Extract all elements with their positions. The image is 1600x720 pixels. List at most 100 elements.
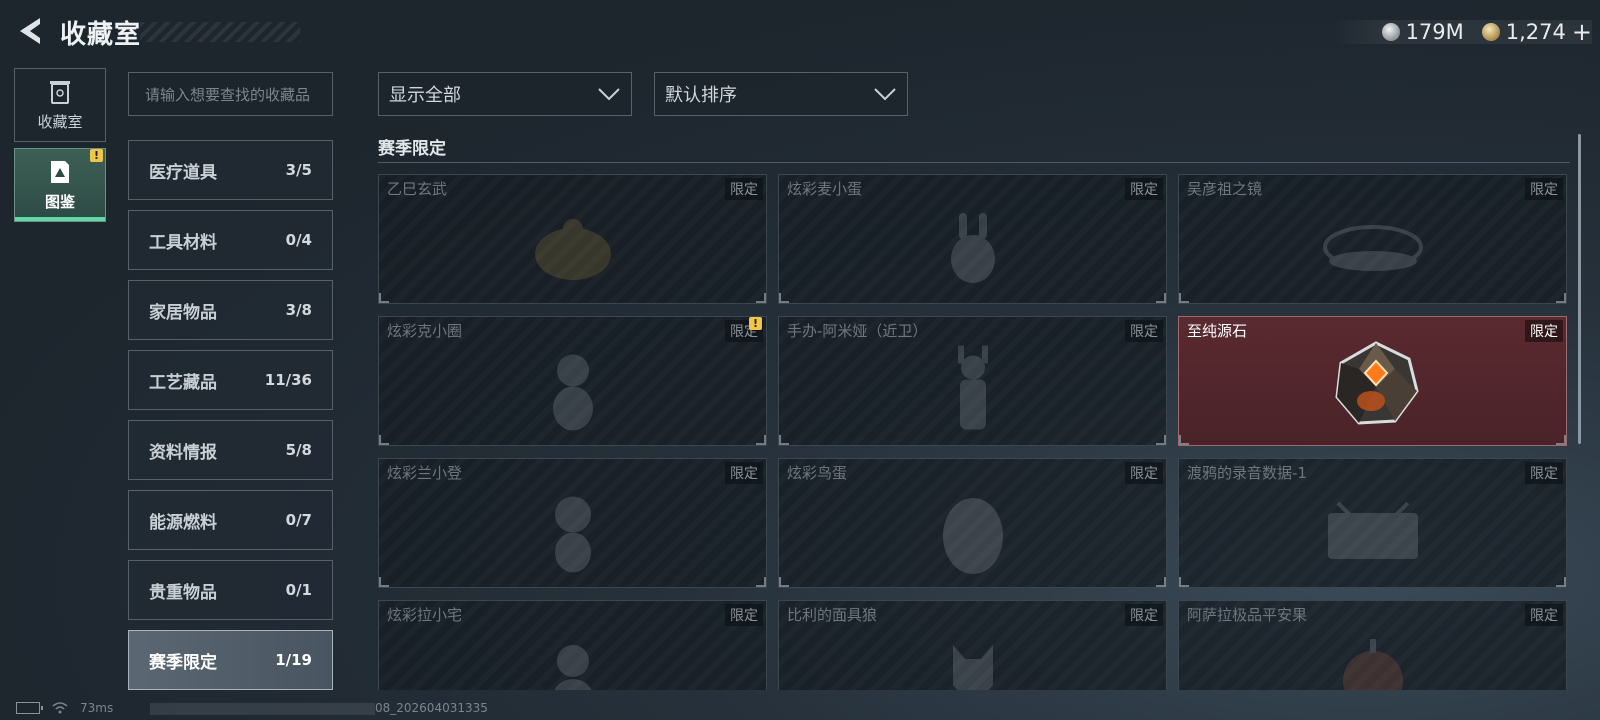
category-name: 资料情报 [149, 442, 217, 463]
back-button[interactable] [14, 14, 48, 48]
rail-item-codex[interactable]: 图鉴 ! [14, 148, 106, 222]
category-name: 赛季限定 [149, 652, 217, 673]
ping-readout: 73ms [80, 701, 114, 715]
item-tile[interactable]: 炫彩拉小宅 限定 [378, 600, 767, 690]
corner-mark [1556, 435, 1566, 445]
item-name: 炫彩兰小登 [387, 464, 463, 482]
corner-mark [1556, 293, 1566, 303]
item-name: 渡鸦的录音数据-1 [1187, 464, 1307, 482]
category-name: 能源燃料 [149, 512, 217, 533]
corner-mark [379, 435, 389, 445]
section-divider [378, 162, 1570, 163]
scrollbar[interactable] [1578, 134, 1581, 444]
item-name: 比利的面具狼 [787, 606, 878, 624]
limited-badge: 限定 [725, 178, 763, 200]
turtle-item-icon [534, 219, 611, 281]
item-name: 炫彩克小圈 [387, 322, 463, 340]
item-tile[interactable]: 炫彩兰小登 限定 [378, 458, 767, 588]
chevron-down-icon [874, 88, 896, 101]
item-tile[interactable]: 吴彦祖之镜 限定 [1178, 174, 1567, 304]
corner-mark [779, 435, 789, 445]
category-count: 1/19 [275, 651, 312, 669]
build-info: 08_202604031335 [150, 701, 488, 715]
corner-mark [379, 293, 389, 303]
title-decoration [140, 22, 300, 42]
figure-item-icon [552, 354, 593, 431]
limited-badge: 限定 [1125, 604, 1163, 626]
item-name: 炫彩拉小宅 [387, 606, 463, 624]
item-tile[interactable]: 阿萨拉极品平安果 限定 [1178, 600, 1567, 690]
category-count: 0/1 [285, 581, 312, 599]
add-currency-button[interactable]: + [1572, 18, 1592, 46]
display-filter-dropdown[interactable]: 显示全部 [378, 72, 632, 116]
item-tile[interactable]: 比利的面具狼 限定 [778, 600, 1167, 690]
limited-badge: 限定 [1525, 462, 1563, 484]
category-count: 3/5 [285, 161, 312, 179]
gold-amount: 1,274 [1505, 20, 1566, 44]
corner-mark [1179, 293, 1189, 303]
apple-item-icon [1342, 639, 1403, 690]
chevron-down-icon [598, 88, 620, 101]
corner-mark [779, 293, 789, 303]
item-tile[interactable]: 渡鸦的录音数据-1 限定 [1178, 458, 1567, 588]
category-count: 11/36 [264, 371, 312, 389]
wifi-icon [52, 702, 68, 714]
category-medical[interactable]: 医疗道具 3/5 [128, 140, 333, 200]
item-tile[interactable]: 炫彩克小圈 限定 ! [378, 316, 767, 446]
corner-mark [756, 577, 766, 587]
category-season-limited[interactable]: 赛季限定 1/19 [128, 630, 333, 690]
category-valuables[interactable]: 贵重物品 0/1 [128, 560, 333, 620]
corner-mark [1156, 435, 1166, 445]
item-tile[interactable]: 炫彩麦小蛋 限定 [778, 174, 1167, 304]
rail-item-collection-room[interactable]: 收藏室 [14, 68, 106, 142]
search-box [128, 72, 333, 117]
sort-dropdown[interactable]: 默认排序 [654, 72, 908, 116]
category-name: 贵重物品 [149, 582, 217, 603]
recorder-item-icon [1327, 501, 1418, 560]
limited-badge: 限定 [1525, 604, 1563, 626]
alert-badge: ! [749, 317, 762, 330]
item-tile[interactable]: 炫彩鸟蛋 限定 [778, 458, 1167, 588]
limited-badge: 限定 [1525, 320, 1563, 342]
category-crafts[interactable]: 工艺藏品 11/36 [128, 350, 333, 410]
category-intel[interactable]: 资料情报 5/8 [128, 420, 333, 480]
corner-mark [1179, 435, 1189, 445]
category-count: 5/8 [285, 441, 312, 459]
item-name: 炫彩麦小蛋 [787, 180, 863, 198]
build-id: 08_202604031335 [375, 701, 488, 715]
category-tools[interactable]: 工具材料 0/4 [128, 210, 333, 270]
battery-icon [16, 702, 43, 714]
redacted-block [150, 702, 375, 715]
search-input[interactable] [143, 73, 322, 117]
item-tile[interactable]: 手办-阿米娅（近卫） 限定 [778, 316, 1167, 446]
figurine-item-icon [957, 345, 988, 430]
corner-mark [1179, 577, 1189, 587]
dropdown-value: 默认排序 [665, 85, 737, 106]
category-energy[interactable]: 能源燃料 0/7 [128, 490, 333, 550]
item-grid: 乙巳玄武 限定 炫彩麦小蛋 限定 吴彦祖之镜 限定 炫彩克小圈 限定 ! 手办-… [378, 174, 1570, 690]
category-name: 工艺藏品 [149, 372, 217, 393]
wolf-mask-icon [952, 645, 993, 690]
limited-badge: 限定 [1125, 462, 1163, 484]
limited-badge: 限定 [1125, 178, 1163, 200]
category-count: 0/7 [285, 511, 312, 529]
item-tile-owned[interactable]: 至纯源石 限定 [1178, 316, 1567, 446]
limited-badge: 限定 [1525, 178, 1563, 200]
category-name: 工具材料 [149, 232, 217, 253]
egg-item-icon [942, 498, 1003, 575]
mirror-item-icon [1322, 225, 1423, 272]
item-name: 炫彩鸟蛋 [787, 464, 848, 482]
item-tile[interactable]: 乙巳玄武 限定 [378, 174, 767, 304]
category-household[interactable]: 家居物品 3/8 [128, 280, 333, 340]
corner-mark [1156, 293, 1166, 303]
page-title: 收藏室 [60, 20, 142, 50]
status-bar: 73ms [16, 701, 113, 715]
corner-mark [756, 293, 766, 303]
category-count: 0/4 [285, 231, 312, 249]
dropdown-value: 显示全部 [389, 85, 461, 106]
rail-item-label: 收藏室 [37, 112, 83, 131]
corner-mark [779, 577, 789, 587]
limited-badge: 限定 [725, 604, 763, 626]
corner-mark [1156, 577, 1166, 587]
originium-crystal-icon [1335, 341, 1419, 425]
